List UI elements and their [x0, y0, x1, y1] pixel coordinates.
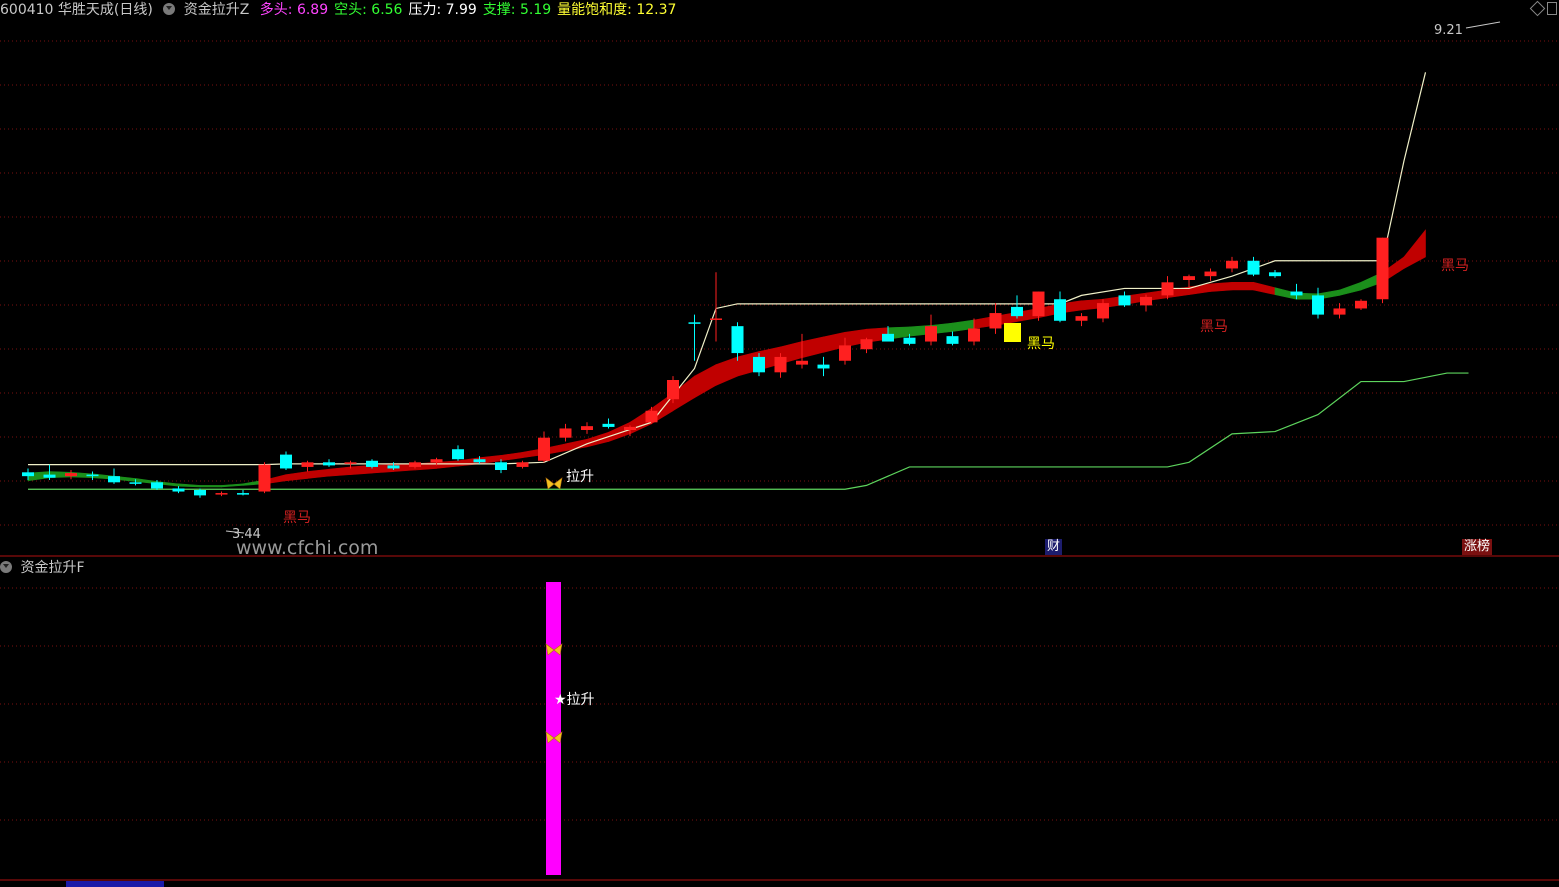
candle-body [301, 462, 314, 467]
heima-label: 黑马 [1200, 319, 1228, 335]
heima-label: 黑马 [1027, 336, 1055, 352]
pressure-line [28, 72, 1427, 466]
candle-body [1183, 276, 1195, 280]
band-segment [586, 431, 609, 448]
candle-body [172, 488, 185, 492]
candle-body [473, 459, 486, 463]
footer-date-box[interactable] [66, 881, 164, 887]
band-segment [1339, 281, 1362, 296]
candle-body [538, 437, 550, 461]
candle-body [129, 482, 142, 484]
support-line [28, 372, 1469, 490]
candle-body [1269, 272, 1281, 277]
candle-body [22, 472, 34, 477]
price-chart[interactable]: 9.213.44黑马黑马黑马黑马拉升 [0, 0, 1559, 558]
candle-body [860, 339, 873, 350]
candle-body [1011, 306, 1023, 317]
candle-body [1247, 260, 1260, 275]
signal-chart[interactable]: ★拉升 [0, 558, 1559, 881]
footer-bar [0, 881, 1559, 887]
band-segment [1210, 281, 1233, 292]
cai-tag[interactable]: 财 [1045, 539, 1063, 555]
candle-body [624, 426, 636, 430]
candle-body [1054, 299, 1066, 321]
candle-body [387, 465, 400, 469]
candle-body [516, 462, 529, 467]
candle-body [108, 476, 120, 483]
heima-label: 黑马 [283, 510, 311, 526]
candle-body [1161, 282, 1174, 296]
butterfly-icon [545, 477, 563, 490]
lasheng-signal-label: ★拉升 [554, 692, 595, 708]
high-label: 9.21 [1434, 23, 1463, 38]
candle-body [280, 454, 292, 469]
candle-body [366, 460, 378, 467]
candle-body [645, 410, 658, 423]
candle-body [882, 333, 894, 342]
candle-body [1226, 260, 1238, 269]
watermark: www.cfchi.com [236, 537, 379, 559]
candle-body [753, 356, 765, 373]
band-segment [328, 466, 351, 477]
candle-body [559, 428, 572, 438]
candle-body [1333, 308, 1346, 315]
candle-body [151, 482, 163, 489]
candle-body [409, 462, 421, 467]
heima-box [1004, 323, 1021, 342]
candle-body [1312, 295, 1324, 315]
candle-body [667, 380, 679, 400]
candle-body [65, 473, 77, 477]
candle-body [194, 490, 206, 496]
lasheng-label: 拉升 [566, 469, 594, 485]
candle-body [237, 493, 249, 495]
candle-body [1355, 300, 1367, 309]
zhangbang-tag[interactable]: 涨榜 [1462, 539, 1493, 555]
candle-body [1140, 296, 1152, 306]
candle-body [1118, 295, 1131, 306]
band-segment [285, 471, 308, 482]
band-segment [1231, 282, 1254, 291]
candle-body [817, 364, 830, 369]
candle-body [86, 474, 99, 477]
band-segment [199, 485, 222, 488]
band-segment [221, 483, 244, 488]
candle-body [215, 493, 228, 495]
candle-body [1032, 291, 1045, 317]
candle-body [1376, 237, 1389, 300]
candle-body [989, 313, 1002, 329]
band-segment [1403, 229, 1426, 269]
candle-body [903, 337, 916, 344]
candle-body [1204, 271, 1217, 277]
candle-body [452, 449, 464, 460]
candle-body [774, 356, 787, 373]
band-segment [500, 451, 523, 462]
candle-body [946, 336, 959, 344]
candle-body [839, 345, 851, 361]
candle-body [968, 328, 980, 342]
heima-label: 黑马 [1441, 258, 1469, 274]
candle-body [602, 423, 615, 427]
candle-body [796, 360, 808, 365]
band-segment [178, 483, 201, 488]
candle-body [688, 322, 701, 324]
candle-body [1097, 303, 1109, 319]
candle-body [495, 462, 507, 470]
band-segment [1253, 281, 1276, 295]
candle-body [1290, 291, 1303, 296]
candle-body [43, 474, 56, 478]
band-segment [715, 356, 738, 386]
candle-body [430, 459, 443, 463]
signal-bar [546, 582, 561, 875]
candle-body [258, 464, 271, 492]
high-arrow [1465, 21, 1501, 29]
candle-body [710, 318, 722, 320]
band-segment [801, 336, 824, 359]
candle-body [731, 326, 744, 354]
band-segment [307, 468, 330, 479]
candle-body [925, 326, 937, 342]
candle-body [581, 426, 593, 430]
candle-body [1075, 316, 1088, 321]
candle-body [323, 462, 335, 466]
candle-body [344, 462, 357, 464]
